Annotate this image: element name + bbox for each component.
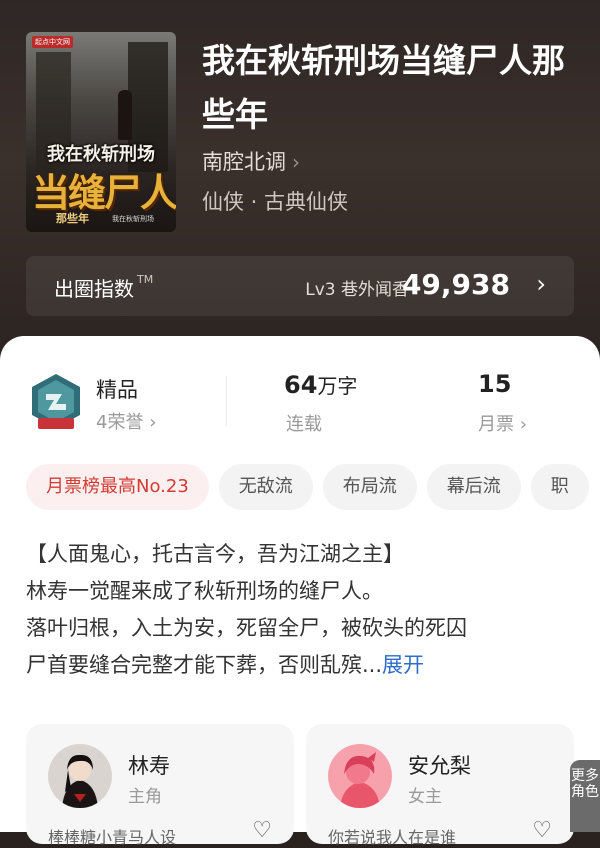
book-detail-card: 精品 4荣誉 › 64万字 连载 15 月票 › 月票榜最高No.23 无敌流 布局… [0, 336, 600, 847]
word-count-unit: 万字 [317, 374, 358, 398]
cover-publisher-mark: 起点中文网 [32, 36, 73, 48]
popularity-index-label: 出圈指数 TM [54, 273, 153, 302]
quality-label: 精品 [96, 378, 138, 402]
honors-count: 4荣誉 [96, 412, 144, 433]
author-link[interactable]: 南腔北调 › [202, 146, 300, 176]
popularity-value: 49,938 [401, 268, 510, 301]
heart-icon[interactable]: ♡ [532, 818, 552, 843]
word-count-value: 64 [284, 371, 318, 399]
serial-status: 连载 [286, 414, 322, 435]
chevron-right-icon: › [536, 270, 546, 298]
chevron-right-icon: › [149, 412, 157, 433]
character-role: 主角 [128, 787, 162, 807]
quality-badge-icon[interactable] [28, 372, 84, 432]
synopsis: 【人面鬼心，托古言今，吾为江湖之主】 林寿一觉醒来成了秋斩刑场的缝尸人。 落叶归… [26, 536, 576, 684]
popularity-index-title: 出圈指数 [54, 277, 134, 301]
character-name: 安允梨 [408, 754, 471, 778]
tag-item[interactable]: 幕后流 [426, 464, 521, 510]
tag-item[interactable]: 无敌流 [218, 464, 313, 510]
character-card[interactable]: 安允梨 女主 你若说我人在是谁 ♡ [306, 724, 574, 847]
honors-link[interactable]: 4荣誉 › [96, 408, 156, 434]
synopsis-line: 落叶归根，入土为安，死留全尸，被砍头的死囚 [26, 616, 467, 640]
monthly-ticket-label: 月票 [478, 414, 514, 435]
book-cover[interactable]: 起点中文网 我在秋斩刑场 当缝尸人 那些年 我在秋斩刑场 [26, 32, 176, 232]
chevron-right-icon: › [292, 150, 300, 174]
cover-title-line2: 当缝尸人 [32, 170, 176, 215]
monthly-ticket-link[interactable]: 月票 › [478, 410, 527, 436]
more-roles-button[interactable]: 更多角色 [570, 760, 600, 832]
character-quote: 棒棒糖小青马人设 [48, 828, 177, 847]
book-header: 起点中文网 我在秋斩刑场 当缝尸人 那些年 我在秋斩刑场 我在秋斩刑场当缝尸人那… [0, 0, 600, 360]
book-title: 我在秋斩刑场当缝尸人那些年 [202, 41, 565, 134]
heart-icon[interactable]: ♡ [252, 818, 272, 843]
stats-divider [226, 376, 227, 426]
character-quote: 你若说我人在是谁 [328, 828, 457, 847]
character-avatar [48, 744, 112, 808]
tag-item[interactable]: 职 [530, 464, 589, 510]
character-avatar [328, 744, 392, 808]
word-count: 64万字 [284, 370, 357, 399]
expand-link[interactable]: 展开 [382, 653, 424, 677]
tag-item[interactable]: 布局流 [322, 464, 417, 510]
popularity-level: Lv3 巷外闻香 [305, 280, 409, 300]
character-card[interactable]: 林寿 主角 棒棒糖小青马人设 ♡ [26, 724, 294, 847]
book-genre: 仙侠 · 古典仙侠 [202, 190, 349, 214]
character-role: 女主 [408, 787, 442, 807]
monthly-ticket-count: 15 [478, 370, 512, 398]
synopsis-line-last: 尸首要缝合完整才能下葬，否则乱殡...展开 [26, 647, 576, 684]
synopsis-line: 林寿一觉醒来成了秋斩刑场的缝尸人。 [26, 579, 383, 603]
synopsis-line-text: 尸首要缝合完整才能下葬，否则乱殡... [26, 653, 383, 677]
synopsis-line: 【人面鬼心，托古言今，吾为江湖之主】 [26, 542, 404, 566]
cover-tag: 我在秋斩刑场 [112, 215, 154, 223]
popularity-index-bar[interactable]: 出圈指数 TM Lv3 巷外闻香 49,938 › [26, 256, 574, 316]
chevron-right-icon: › [519, 414, 527, 435]
cover-title-line3: 那些年 [56, 212, 89, 225]
tag-ranking[interactable]: 月票榜最高No.23 [26, 464, 209, 510]
trademark-mark: TM [137, 273, 154, 286]
tag-list: 月票榜最高No.23 无敌流 布局流 幕后流职 [26, 464, 600, 512]
cover-figure [118, 90, 132, 140]
character-name: 林寿 [128, 754, 170, 778]
author-name: 南腔北调 [202, 150, 286, 174]
